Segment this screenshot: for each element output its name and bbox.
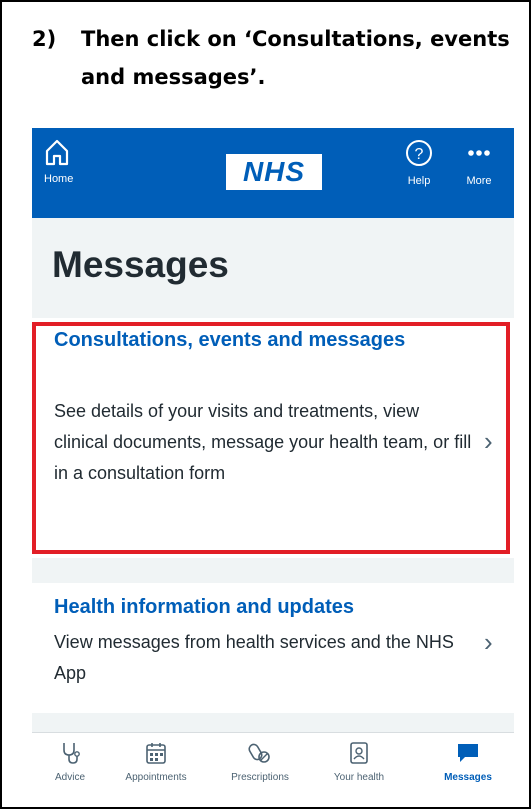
home-button[interactable]: Home <box>44 138 73 185</box>
card-description: See details of your visits and treatment… <box>54 401 472 483</box>
tab-label: Messages <box>444 772 492 783</box>
tab-your-health[interactable]: Your health <box>324 741 394 783</box>
more-button[interactable]: More <box>464 138 494 187</box>
consultations-events-messages-link[interactable]: Consultations, events and messages See d… <box>32 318 514 558</box>
home-icon <box>45 139 69 166</box>
stethoscope-icon <box>63 743 80 764</box>
health-record-icon <box>350 742 368 764</box>
help-label: Help <box>407 175 431 187</box>
tab-messages[interactable]: Messages <box>428 741 508 783</box>
instruction-text: Then click on ‘Consultations, events and… <box>81 27 510 89</box>
card-title: Consultations, events and messages <box>54 329 406 351</box>
app-header: Home NHS ? Help More <box>32 128 514 218</box>
screenshot-frame: 2) Then click on ‘Consultations, events … <box>0 0 531 809</box>
tab-label: Your health <box>333 772 385 783</box>
tab-label: Appointments <box>125 772 187 783</box>
instruction-number: 2) <box>32 27 57 51</box>
pills-icon <box>248 743 270 763</box>
chevron-right-icon: › <box>484 627 493 657</box>
card-title: Health information and updates <box>54 596 355 618</box>
tab-label: Advice <box>54 772 85 783</box>
health-information-updates-link[interactable]: Health information and updates View mess… <box>32 583 514 713</box>
help-button[interactable]: ? Help <box>404 138 434 187</box>
home-label: Home <box>44 173 74 185</box>
instruction-step: 2) Then click on ‘Consultations, events … <box>32 20 512 96</box>
chevron-right-icon: › <box>484 426 493 456</box>
tab-prescriptions[interactable]: Prescriptions <box>210 741 310 783</box>
tab-appointments[interactable]: Appointments <box>106 741 206 783</box>
calendar-icon <box>146 743 166 764</box>
card-description: View messages from health services and t… <box>54 632 454 683</box>
more-icon <box>468 150 490 156</box>
nhs-logo: NHS <box>226 154 322 190</box>
bottom-tab-bar: Advice Appointments Prescriptions Your h… <box>32 732 514 803</box>
help-icon: ? <box>406 140 432 166</box>
page-title: Messages <box>52 244 229 285</box>
more-label: More <box>466 175 492 187</box>
svg-text:?: ? <box>415 146 424 163</box>
nhs-app-screen: Home NHS ? Help More Messages Consultati… <box>32 128 514 803</box>
tab-label: Prescriptions <box>231 772 289 783</box>
tab-advice[interactable]: Advice <box>50 741 90 783</box>
chat-bubble-icon <box>458 744 478 762</box>
